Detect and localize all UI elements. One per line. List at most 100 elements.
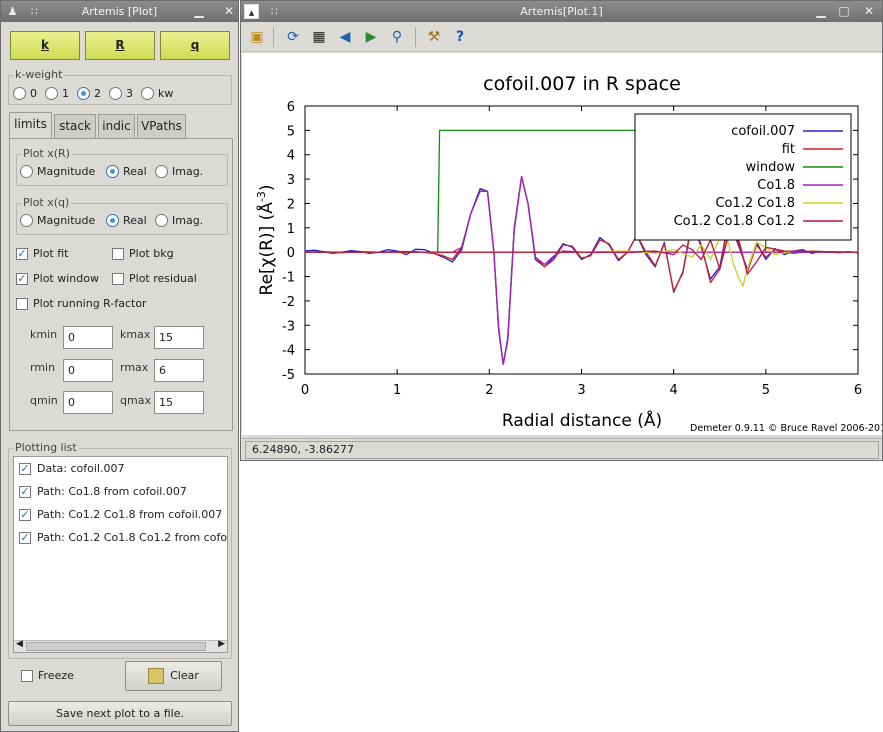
- broom-icon: [148, 668, 165, 684]
- list-item[interactable]: ✓ Data: cofoil.007: [19, 462, 124, 475]
- rmax-input[interactable]: 6: [154, 359, 204, 382]
- plotting-list[interactable]: ✓ Data: cofoil.007 ✓ Path: Co1.8 from cofo…: [13, 456, 228, 653]
- qmin-input[interactable]: 0: [63, 391, 113, 414]
- x-tick-label: 1: [393, 383, 401, 398]
- refresh-icon[interactable]: ⟳: [284, 28, 302, 46]
- plot-bkg-checkbox[interactable]: Plot bkg: [112, 247, 174, 260]
- y-tick-label: -4: [282, 344, 295, 359]
- legend-label: Co1.8: [757, 178, 795, 193]
- list-item-checkbox[interactable]: ✓: [19, 531, 31, 544]
- y-tick-label: 4: [287, 149, 295, 164]
- qmin-label: qmin: [30, 394, 58, 407]
- y-tick-label: 5: [287, 124, 295, 139]
- tab-stack[interactable]: stack: [54, 114, 96, 138]
- close-icon[interactable]: ✕: [861, 3, 877, 20]
- list-item[interactable]: ✓ Path: Co1.8 from cofoil.007: [19, 485, 187, 498]
- y-tick-label: 1: [287, 222, 295, 237]
- x-tick-label: 5: [762, 383, 770, 398]
- kmax-input[interactable]: 15: [154, 326, 204, 349]
- legend-label: cofoil.007: [731, 124, 795, 139]
- y-axis-label: Re[χ(R)] (Å-3): [255, 185, 277, 296]
- xq-imag-radio[interactable]: Imag.: [155, 214, 203, 227]
- kweight-kw-radio[interactable]: kw: [141, 87, 173, 100]
- x-axis-label: Radial distance (Å): [502, 409, 662, 431]
- plot-xq-label: Plot x(q): [21, 196, 72, 209]
- xr-imag-radio[interactable]: Imag.: [155, 165, 203, 178]
- plot-window-checkbox[interactable]: ✓ Plot window: [16, 272, 99, 285]
- x-tick-label: 2: [485, 383, 493, 398]
- x-tick-label: 6: [854, 383, 862, 398]
- kweight-3-radio[interactable]: 3: [109, 87, 133, 100]
- maximize-icon[interactable]: □: [836, 3, 852, 20]
- legend-label: fit: [782, 142, 795, 157]
- clear-button[interactable]: Clear: [125, 661, 222, 691]
- rmin-input[interactable]: 0: [63, 359, 113, 382]
- y-tick-label: -3: [282, 319, 295, 334]
- x-tick-label: 4: [670, 383, 678, 398]
- scroll-left-icon[interactable]: ◀: [16, 639, 23, 649]
- tab-indic[interactable]: indic: [98, 114, 135, 138]
- plot-window: ▴ ∷ Artemis[Plot.1] ▁ □ ✕ ▣ ⟳ ▦ ◀ ▶ ⚲ ⚒ …: [240, 0, 883, 461]
- xq-magnitude-radio[interactable]: Magnitude: [20, 214, 95, 227]
- kweight-label: k-weight: [13, 68, 65, 81]
- kweight-0-radio[interactable]: 0: [13, 87, 37, 100]
- scroll-right-icon[interactable]: ▶: [218, 639, 225, 649]
- r-space-button[interactable]: R: [85, 31, 155, 60]
- list-item[interactable]: ✓Path: Co1.2 Co1.8 Co1.2 from cofoil.007: [19, 531, 227, 544]
- r-space-chart: cofoil.007 in R space 0 1 2 3 4 5 6 -5 -4 -3 -2 -1 0 1…: [255, 73, 883, 434]
- plot-residual-checkbox[interactable]: Plot residual: [112, 272, 197, 285]
- y-tick-label: 2: [287, 197, 295, 212]
- plot-fit-checkbox[interactable]: ✓ Plot fit: [16, 247, 68, 260]
- y-tick-label: 0: [287, 246, 295, 261]
- xr-magnitude-radio[interactable]: Magnitude: [20, 165, 95, 178]
- xr-real-radio[interactable]: Real: [106, 165, 147, 178]
- y-tick-label: 3: [287, 173, 295, 188]
- cursor-coordinates: 6.24890, -3.86277: [245, 441, 879, 459]
- xq-real-radio[interactable]: Real: [106, 214, 147, 227]
- plot-toolbar: ▣ ⟳ ▦ ◀ ▶ ⚲ ⚒ ?: [241, 22, 882, 52]
- plot-controls-titlebar[interactable]: ♟ ∷ Artemis [Plot] ▁ ✕: [1, 1, 238, 22]
- settings-icon[interactable]: ⚒: [425, 28, 443, 46]
- rmax-label: rmax: [120, 361, 149, 374]
- qmax-input[interactable]: 15: [154, 391, 204, 414]
- kmin-input[interactable]: 0: [63, 326, 113, 349]
- kweight-1-radio[interactable]: 1: [45, 87, 69, 100]
- q-space-button[interactable]: q: [160, 31, 230, 60]
- plot-xr-label: Plot x(R): [21, 147, 72, 160]
- tab-vpaths[interactable]: VPaths: [137, 114, 186, 138]
- plot-window-titlebar[interactable]: ▴ ∷ Artemis[Plot.1] ▁ □ ✕: [241, 1, 882, 22]
- legend-label: Co1.2 Co1.8 Co1.2: [674, 214, 795, 229]
- kmax-label: kmax: [120, 328, 151, 341]
- chart-title: cofoil.007 in R space: [483, 73, 681, 95]
- k-space-button[interactable]: k: [10, 31, 80, 60]
- toolbar-separator: [273, 27, 274, 47]
- zoom-forward-icon[interactable]: ▶: [362, 28, 380, 46]
- plot-running-rfactor-checkbox[interactable]: Plot running R-factor: [16, 297, 147, 310]
- zoom-back-icon[interactable]: ◀: [336, 28, 354, 46]
- zoom-icon[interactable]: ⚲: [388, 28, 406, 46]
- scroll-thumb[interactable]: [26, 642, 206, 651]
- list-item[interactable]: ✓ Path: Co1.2 Co1.8 from cofoil.007: [19, 508, 222, 521]
- save-next-plot-button[interactable]: Save next plot to a file.: [8, 701, 232, 726]
- list-item-checkbox[interactable]: ✓: [19, 508, 31, 521]
- legend-label: window: [746, 160, 796, 175]
- help-icon[interactable]: ?: [451, 28, 469, 46]
- plot-window-title: Artemis[Plot.1]: [520, 5, 603, 18]
- plot-canvas[interactable]: cofoil.007 in R space 0 1 2 3 4 5 6 -5 -4 -3 -2 -1 0 1…: [242, 53, 883, 435]
- close-icon[interactable]: ✕: [221, 3, 237, 20]
- y-tick-label: -5: [282, 368, 295, 383]
- open-image-icon[interactable]: ▣: [248, 28, 266, 46]
- list-item-checkbox[interactable]: ✓: [19, 485, 31, 498]
- kweight-2-radio[interactable]: 2: [77, 87, 101, 100]
- x-tick-label: 0: [301, 383, 309, 398]
- kmin-label: kmin: [30, 328, 58, 341]
- horizontal-scrollbar[interactable]: ◀ ▶: [14, 639, 227, 652]
- grid-icon[interactable]: ▦: [310, 28, 328, 46]
- minimize-icon[interactable]: ▁: [191, 3, 207, 20]
- freeze-checkbox[interactable]: Freeze: [21, 669, 74, 682]
- list-item-checkbox[interactable]: ✓: [19, 462, 31, 475]
- plotting-list-label: Plotting list: [13, 441, 79, 454]
- minimize-icon[interactable]: ▁: [813, 3, 829, 20]
- tab-limits[interactable]: limits: [9, 112, 52, 139]
- qmax-label: qmax: [120, 394, 151, 407]
